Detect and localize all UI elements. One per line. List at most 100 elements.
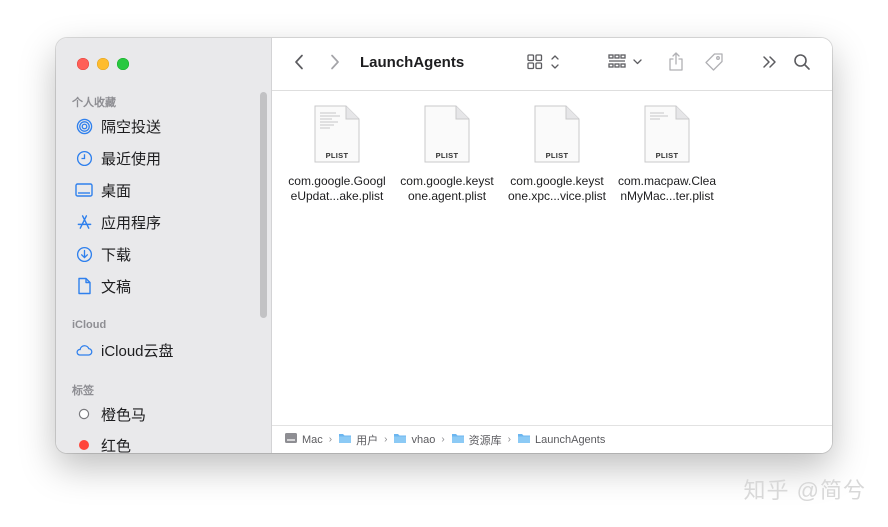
zoom-button[interactable] <box>117 58 129 70</box>
path-crumb-launchagents[interactable]: LaunchAgents <box>517 432 605 447</box>
file-kind-label: PLIST <box>325 151 349 160</box>
view-mode-button[interactable] <box>524 52 564 76</box>
sidebar-item-desktop[interactable]: 桌面 <box>75 178 131 202</box>
path-crumb-label: vhao <box>411 433 436 446</box>
file-item[interactable]: PLIST com.google.keyst one.agent.plist <box>392 105 502 204</box>
download-icon <box>75 245 93 263</box>
file-kind-label: PLIST <box>545 151 569 160</box>
tag-button[interactable] <box>702 52 726 76</box>
folder-icon <box>338 432 352 447</box>
file-item[interactable]: PLIST com.macpaw.Clea nMyMac...ter.plist <box>612 105 722 204</box>
sidebar-item-label: 橙色马 <box>101 406 147 424</box>
favorites-header: 个人收藏 <box>72 97 116 109</box>
path-crumb-label: 用户 <box>356 434 379 447</box>
file-name-line: com.google.Googl <box>288 174 386 188</box>
document-icon <box>75 277 93 295</box>
file-item[interactable]: PLIST com.google.keyst one.xpc...vice.pl… <box>502 105 612 204</box>
path-crumb-label: 资源库 <box>468 434 502 447</box>
group-icon <box>607 53 645 76</box>
applications-icon <box>75 213 93 231</box>
sidebar-item-documents[interactable]: 文稿 <box>75 274 131 298</box>
path-crumb-users[interactable]: 用户 <box>338 432 378 448</box>
desktop-icon <box>75 181 93 199</box>
sidebar-item-recents[interactable]: 最近使用 <box>75 146 161 170</box>
file-name-line: one.agent.plist <box>407 189 487 203</box>
path-separator-icon: › <box>328 434 333 445</box>
file-grid: PLIST com.google.Googl eUpdat...ake.plis… <box>272 91 832 425</box>
share-icon <box>668 51 684 77</box>
file-name: com.google.keyst one.xpc...vice.plist <box>502 174 612 204</box>
file-name-line: eUpdat...ake.plist <box>290 189 384 203</box>
sidebar-item-label: 应用程序 <box>101 214 162 232</box>
clock-icon <box>75 149 93 167</box>
finder-window: 个人收藏 隔空投送 最近使用 桌面 应用程序 下载 文稿 iCloud iClo… <box>56 38 832 453</box>
tag-circle-icon <box>75 436 93 453</box>
plist-file-icon: PLIST <box>424 105 470 163</box>
path-bar: Mac › 用户 › vhao › 资源库 › LaunchAgents <box>272 425 832 453</box>
file-kind-label: PLIST <box>435 151 459 160</box>
file-name-line: nMyMac...ter.plist <box>620 189 714 203</box>
tag-icon <box>704 52 724 77</box>
sidebar-item-label: 隔空投送 <box>101 118 162 136</box>
sidebar-item-tag-red[interactable]: 红色 <box>75 433 131 453</box>
more-toolbar-button[interactable] <box>758 52 782 76</box>
window-controls <box>77 58 129 70</box>
window-title: LaunchAgents <box>360 54 465 71</box>
sidebar-scrollbar[interactable] <box>260 92 267 318</box>
sidebar-item-downloads[interactable]: 下载 <box>75 242 131 266</box>
sidebar-item-label: 桌面 <box>101 182 132 200</box>
minimize-button[interactable] <box>97 58 109 70</box>
sidebar-item-applications[interactable]: 应用程序 <box>75 210 161 234</box>
sidebar-item-airdrop[interactable]: 隔空投送 <box>75 114 161 138</box>
sidebar: 个人收藏 隔空投送 最近使用 桌面 应用程序 下载 文稿 iCloud iClo… <box>56 38 272 453</box>
close-button[interactable] <box>77 58 89 70</box>
folder-icon <box>517 432 531 447</box>
sidebar-item-label: 最近使用 <box>101 150 162 168</box>
grid-view-icon <box>526 53 562 76</box>
file-name: com.google.Googl eUpdat...ake.plist <box>282 174 392 204</box>
folder-icon <box>393 432 407 447</box>
plist-file-icon: PLIST <box>534 105 580 163</box>
file-name-line: com.google.keyst <box>400 174 494 188</box>
file-item[interactable]: PLIST com.google.Googl eUpdat...ake.plis… <box>282 105 392 204</box>
file-name-line: one.xpc...vice.plist <box>507 189 607 203</box>
sidebar-item-label: 红色 <box>101 437 132 454</box>
sidebar-item-tag-orange[interactable]: 橙色马 <box>75 402 146 426</box>
main-content: LaunchAgents PLIST com.google.Googl eUpd… <box>272 38 832 453</box>
chevron-left-icon <box>294 54 304 75</box>
cloud-icon <box>75 341 93 359</box>
hard-drive-icon <box>284 432 298 447</box>
toolbar: LaunchAgents <box>272 38 832 91</box>
path-separator-icon: › <box>384 434 388 445</box>
plist-file-icon: PLIST <box>644 105 690 163</box>
file-name-line: com.macpaw.Clea <box>617 174 717 188</box>
sidebar-item-label: 文稿 <box>101 278 132 296</box>
path-crumb-vhao[interactable]: vhao <box>393 432 435 447</box>
tags-header: 标签 <box>72 385 94 397</box>
path-crumb-label: LaunchAgents <box>535 433 606 446</box>
file-kind-label: PLIST <box>655 151 679 160</box>
airdrop-icon <box>75 117 93 135</box>
forward-button[interactable] <box>325 52 345 76</box>
search-button[interactable] <box>790 52 814 76</box>
icloud-header: iCloud <box>72 319 107 331</box>
sidebar-item-label: 下载 <box>101 246 132 264</box>
chevron-right-icon <box>330 54 340 75</box>
path-crumb-library[interactable]: 资源库 <box>451 432 502 448</box>
file-name-line: com.google.keyst <box>510 174 604 188</box>
sidebar-item-label: iCloud云盘 <box>101 342 174 360</box>
back-button[interactable] <box>289 52 309 76</box>
plist-file-icon: PLIST <box>314 105 360 163</box>
path-crumb-mac[interactable]: Mac <box>284 432 323 447</box>
file-name: com.macpaw.Clea nMyMac...ter.plist <box>612 174 722 204</box>
tag-circle-icon <box>75 405 93 423</box>
search-icon <box>793 53 811 76</box>
watermark: 知乎 @简兮 <box>743 478 866 503</box>
file-name: com.google.keyst one.agent.plist <box>392 174 502 204</box>
path-crumb-label: Mac <box>302 433 323 446</box>
double-chevron-icon <box>762 55 778 74</box>
share-button[interactable] <box>664 51 688 77</box>
group-button[interactable] <box>606 52 646 76</box>
sidebar-item-icloud-drive[interactable]: iCloud云盘 <box>75 338 174 362</box>
path-separator-icon: › <box>441 434 445 445</box>
